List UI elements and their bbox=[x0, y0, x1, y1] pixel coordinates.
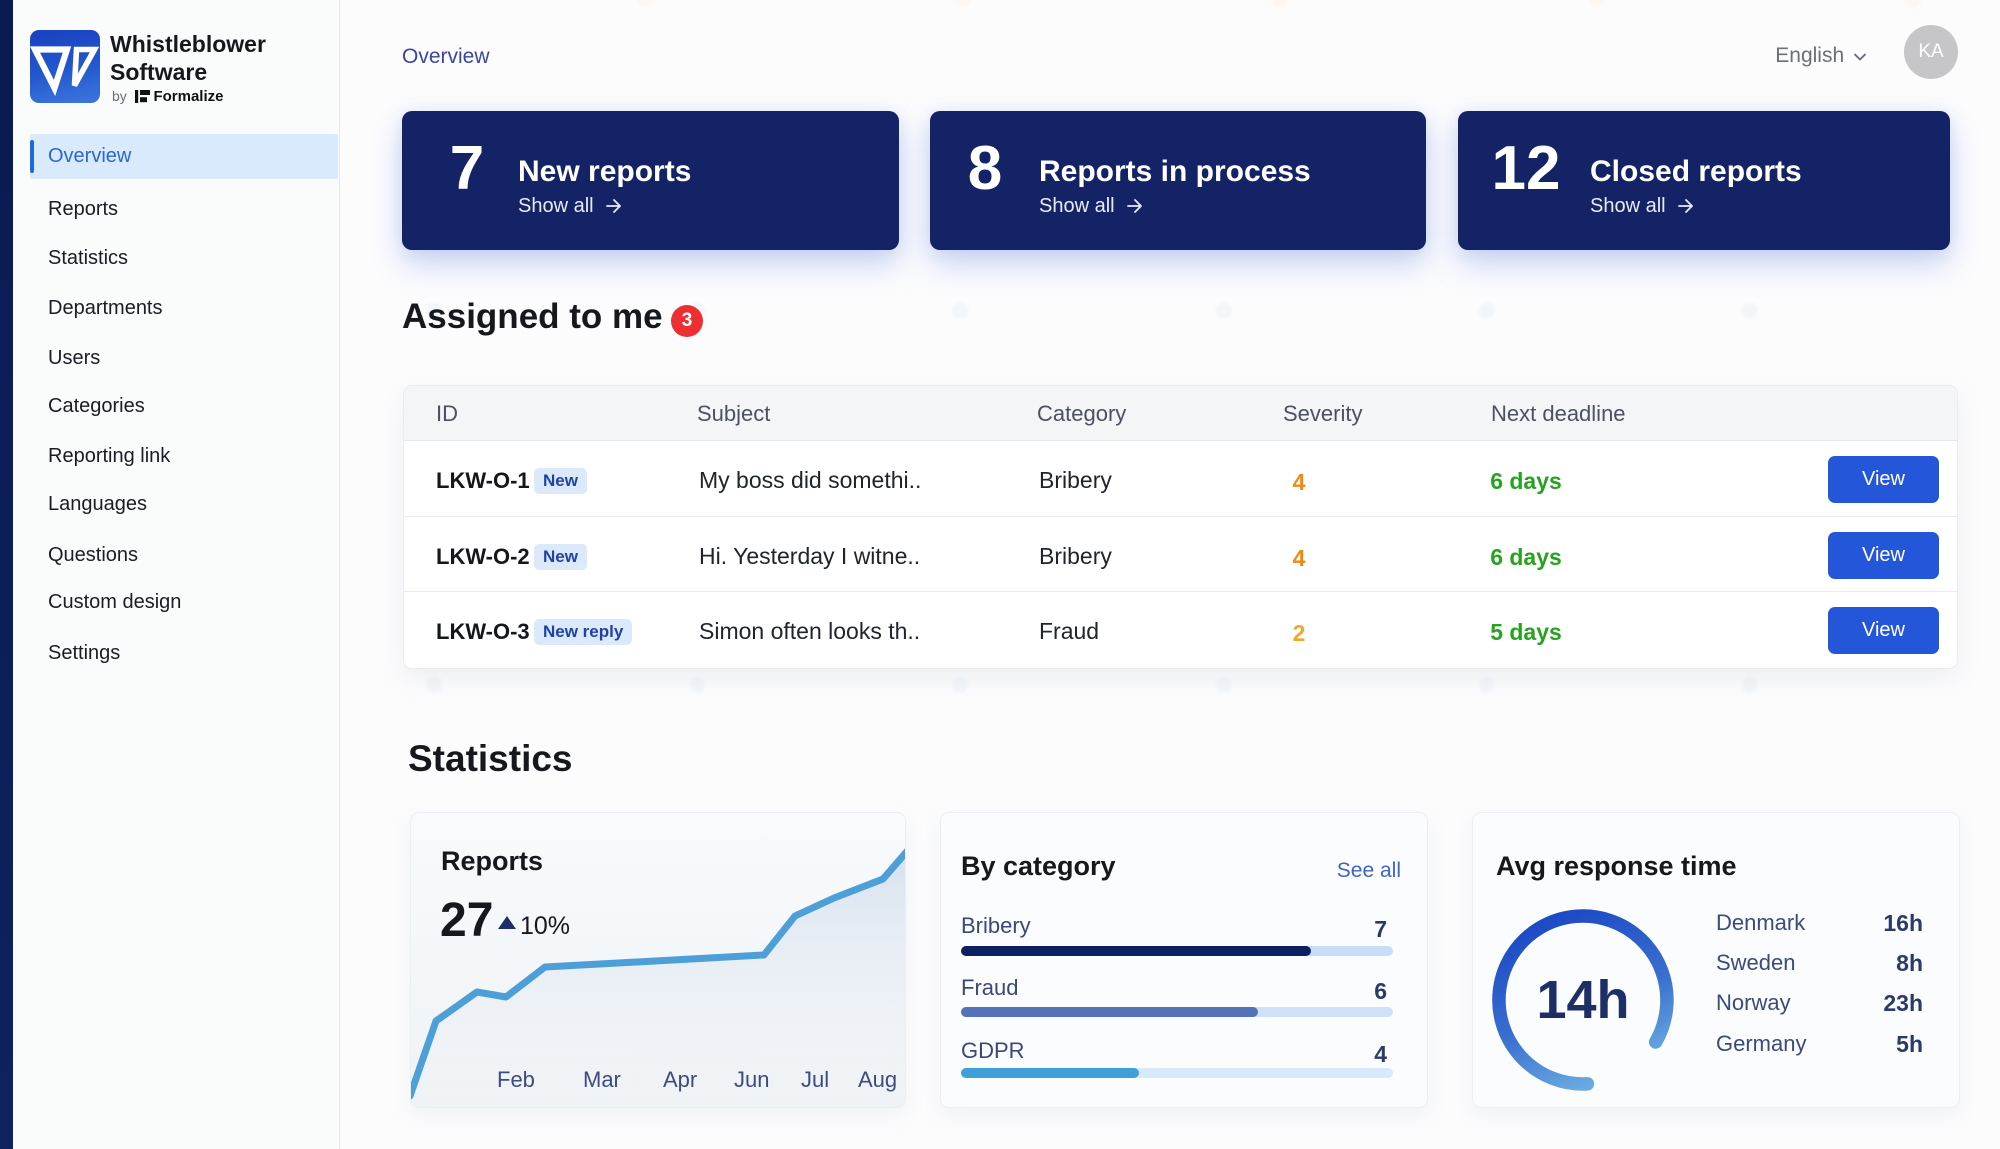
svg-text:14h: 14h bbox=[1536, 970, 1629, 1030]
